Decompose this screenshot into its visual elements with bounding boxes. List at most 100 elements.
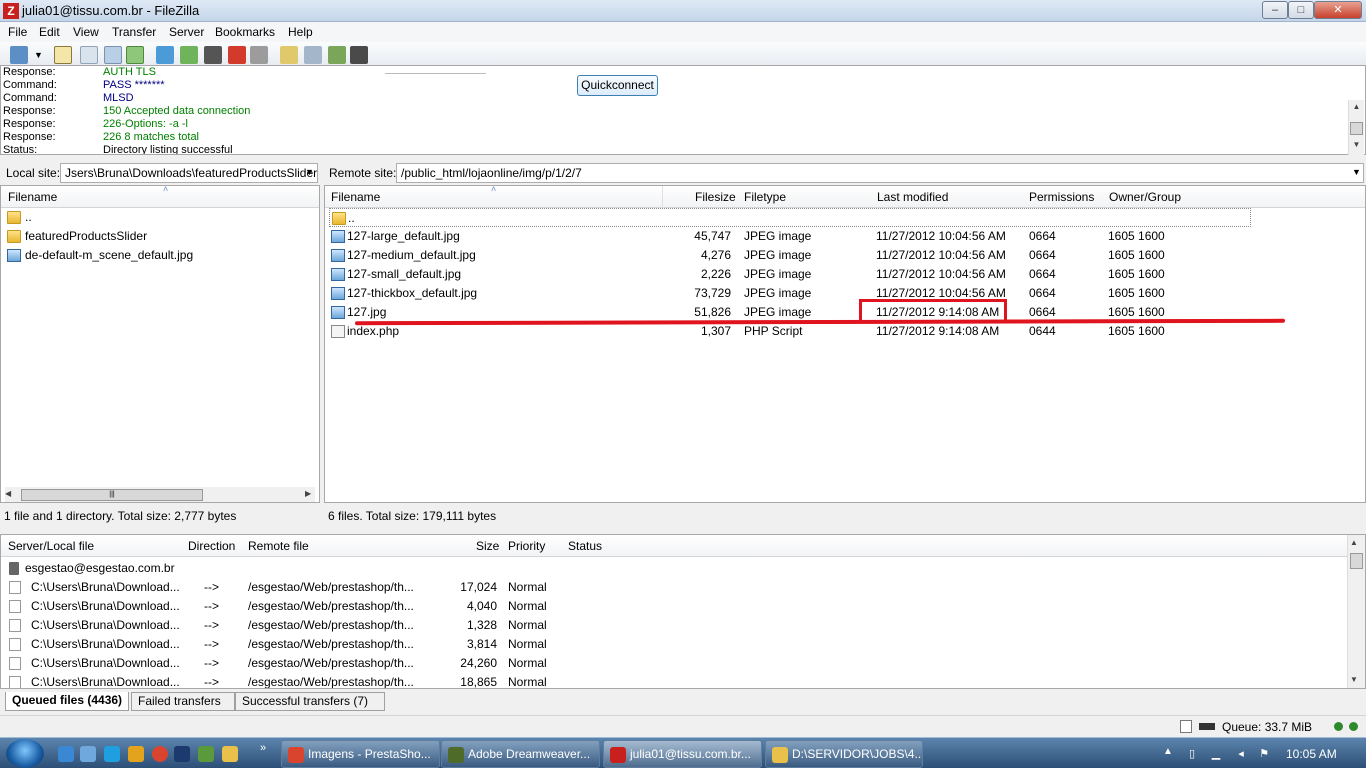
log-scrollbar[interactable]: ▲ ▼ — [1348, 100, 1364, 155]
queue-row[interactable]: C:\Users\Bruna\Download... --> /esgestao/W… — [7, 635, 1337, 654]
queue-server-row[interactable]: esgestao@esgestao.com.br — [7, 559, 407, 578]
queue-row[interactable]: C:\Users\Bruna\Download... --> /esgestao/W… — [7, 616, 1337, 635]
queue-row[interactable]: C:\Users\Bruna\Download... --> /esgestao/W… — [7, 578, 1337, 597]
local-file-list[interactable]: Filename ˄ .. featuredProductsSlider de-… — [0, 185, 320, 503]
tab-queued-files[interactable]: Queued files (4436) — [5, 692, 130, 711]
photoshop-icon[interactable] — [174, 746, 190, 762]
queue-col-direction[interactable]: Direction — [188, 539, 235, 553]
usb-icon[interactable]: ▯ — [1186, 748, 1198, 760]
filter-icon[interactable] — [328, 46, 346, 64]
menu-file[interactable]: File — [8, 25, 27, 39]
remote-col-filetype[interactable]: Filetype — [744, 190, 786, 204]
local-file-row[interactable]: de-default-m_scene_default.jpg — [5, 246, 315, 265]
menu-edit[interactable]: Edit — [39, 25, 60, 39]
queue-row[interactable]: C:\Users\Bruna\Download... --> /esgestao/W… — [7, 654, 1337, 673]
queue-row[interactable]: C:\Users\Bruna\Download... --> /esgestao/W… — [7, 673, 1337, 688]
toggle-local-tree-icon[interactable] — [80, 46, 98, 64]
log-scroll-down-icon[interactable]: ▼ — [1350, 140, 1363, 152]
remote-col-modified[interactable]: Last modified — [877, 190, 948, 204]
local-site-input[interactable]: Jsers\Bruna\Downloads\featuredProductsSl… — [60, 163, 318, 183]
search-files-icon[interactable] — [350, 46, 368, 64]
queue-col-size[interactable]: Size — [476, 539, 499, 553]
process-queue-icon[interactable] — [180, 46, 198, 64]
remote-col-owner[interactable]: Owner/Group — [1109, 190, 1181, 204]
network-icon[interactable] — [80, 746, 96, 762]
tab-successful-transfers[interactable]: Successful transfers (7) — [235, 692, 385, 711]
remote-file-row[interactable]: 127-large_default.jpg 45,747 JPEG image 11/… — [329, 227, 1359, 246]
directory-compare-icon[interactable] — [280, 46, 298, 64]
column-divider[interactable] — [662, 186, 663, 208]
disconnect-icon[interactable] — [228, 46, 246, 64]
chrome-quicklaunch-icon[interactable] — [152, 746, 168, 762]
title-bar[interactable]: Z julia01@tissu.com.br - FileZilla – □ ✕ — [0, 0, 1366, 22]
tray-expand-icon[interactable]: ▲ — [1163, 746, 1173, 757]
local-hscroll-thumb[interactable]: ||| — [21, 489, 203, 501]
menu-view[interactable]: View — [73, 25, 99, 39]
start-button[interactable] — [6, 739, 44, 768]
clock[interactable]: 10:05 AM — [1286, 747, 1337, 761]
transfer-queue[interactable]: Server/Local file Direction Remote file … — [0, 534, 1366, 689]
remote-file-row[interactable]: 127-medium_default.jpg 4,276 JPEG image 11/… — [329, 246, 1359, 265]
reconnect-icon[interactable] — [250, 46, 268, 64]
scroll-right-icon[interactable]: ▶ — [305, 489, 311, 498]
excel-icon[interactable] — [198, 746, 214, 762]
remote-site-input[interactable]: /public_html/lojaonline/img/p/1/2/7 — [396, 163, 1364, 183]
queue-row[interactable]: C:\Users\Bruna\Download... --> /esgestao/W… — [7, 597, 1337, 616]
site-manager-icon[interactable] — [10, 46, 28, 64]
menu-bookmarks[interactable]: Bookmarks — [215, 25, 275, 39]
signal-icon[interactable]: ▁ — [1210, 748, 1222, 760]
maximize-button[interactable]: □ — [1288, 1, 1314, 19]
queue-scrollbar[interactable]: ▲ ▼ — [1347, 535, 1365, 688]
remote-file-row[interactable]: 127-small_default.jpg 2,226 JPEG image 11/2… — [329, 265, 1359, 284]
menu-server[interactable]: Server — [169, 25, 204, 39]
log-scroll-thumb[interactable] — [1350, 122, 1363, 135]
remote-parent-row[interactable]: .. — [329, 208, 1251, 227]
menu-transfer[interactable]: Transfer — [112, 25, 156, 39]
quickconnect-button[interactable]: Quickconnect — [577, 75, 658, 96]
skype-icon[interactable] — [104, 746, 120, 762]
message-log[interactable]: Response: AUTH TLS Command: PASS ******* Com… — [0, 65, 1366, 155]
queue-scroll-thumb[interactable] — [1350, 553, 1363, 569]
action-center-flag-icon[interactable]: ⚑ — [1258, 748, 1270, 760]
local-hscrollbar[interactable]: ◀ ||| ▶ — [5, 487, 315, 502]
remote-col-filename[interactable]: Filename — [331, 190, 380, 204]
remote-status: 6 files. Total size: 179,111 bytes — [324, 505, 1366, 527]
log-scroll-up-icon[interactable]: ▲ — [1350, 102, 1363, 114]
queue-scroll-down-icon[interactable]: ▼ — [1350, 675, 1358, 684]
queue-scroll-up-icon[interactable]: ▲ — [1350, 538, 1358, 547]
cancel-operation-icon[interactable] — [204, 46, 222, 64]
queue-col-status[interactable]: Status — [568, 539, 602, 553]
remote-site-dropdown-icon[interactable]: ▼ — [1352, 167, 1361, 177]
sync-browsing-icon[interactable] — [304, 46, 322, 64]
ie-icon[interactable] — [58, 746, 74, 762]
tab-failed-transfers[interactable]: Failed transfers — [131, 692, 235, 711]
queue-col-server[interactable]: Server/Local file — [8, 539, 94, 553]
taskbar-task[interactable]: Adobe Dreamweaver... — [441, 740, 600, 768]
local-site-dropdown-icon[interactable]: ▼ — [305, 167, 314, 177]
local-file-row[interactable]: featuredProductsSlider — [5, 227, 315, 246]
media-player-icon[interactable] — [128, 746, 144, 762]
explorer-icon[interactable] — [222, 746, 238, 762]
remote-file-list[interactable]: Filename ˄ Filesize Filetype Last modifi… — [324, 185, 1366, 503]
taskbar-task[interactable]: Imagens - PrestaSho... — [281, 740, 440, 768]
local-file-row[interactable]: .. — [5, 208, 315, 227]
more-icons-chevron-icon[interactable]: » — [260, 742, 266, 754]
close-button[interactable]: ✕ — [1314, 1, 1362, 19]
volume-icon[interactable]: ◂ — [1235, 748, 1247, 760]
remote-col-permissions[interactable]: Permissions — [1029, 190, 1094, 204]
refresh-icon[interactable] — [156, 46, 174, 64]
toggle-log-icon[interactable] — [54, 46, 72, 64]
remote-col-filesize[interactable]: Filesize — [695, 190, 736, 204]
queue-col-remote[interactable]: Remote file — [248, 539, 309, 553]
queue-col-priority[interactable]: Priority — [508, 539, 545, 553]
menu-help[interactable]: Help — [288, 25, 313, 39]
taskbar-task[interactable]: julia01@tissu.com.br... — [603, 740, 762, 768]
minimize-button[interactable]: – — [1262, 1, 1288, 19]
site-manager-dropdown-icon[interactable]: ▼ — [34, 46, 44, 64]
toggle-queue-icon[interactable] — [126, 46, 144, 64]
remote-file-row[interactable]: 127-thickbox_default.jpg 73,729 JPEG image… — [329, 284, 1359, 303]
scroll-left-icon[interactable]: ◀ — [5, 489, 11, 498]
taskbar-task[interactable]: D:\SERVIDOR\JOBS\4... — [765, 740, 923, 768]
local-col-filename[interactable]: Filename — [8, 190, 57, 204]
toggle-remote-tree-icon[interactable] — [104, 46, 122, 64]
